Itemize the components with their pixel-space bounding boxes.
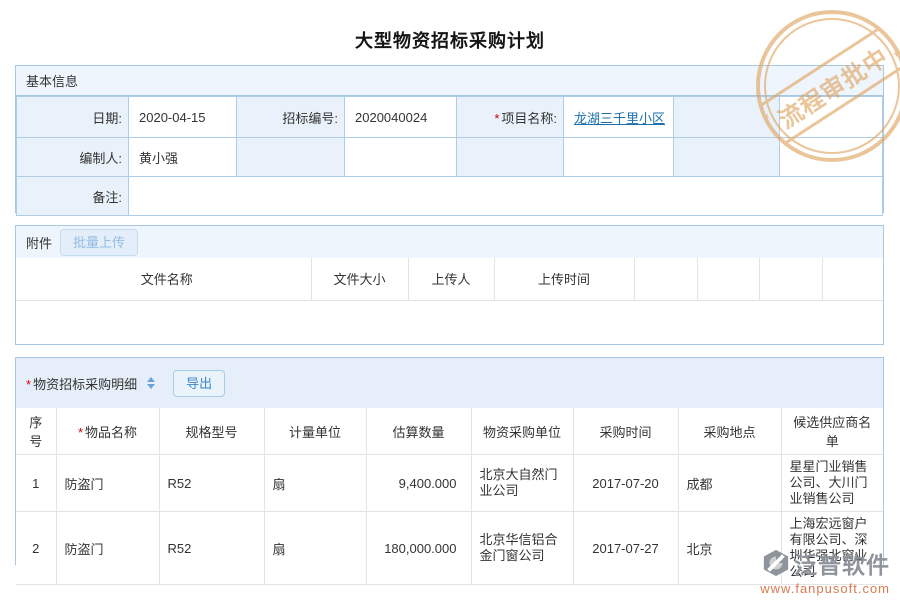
col-unit: 计量单位: [264, 408, 366, 455]
date-value: 2020-04-15: [129, 97, 237, 138]
col-item-name: *物品名称: [56, 408, 159, 455]
fanpu-logo-icon: [762, 549, 790, 577]
attachments-header-bar: 附件 批量上传: [16, 226, 883, 258]
basic-info-panel: 基本信息 日期: 2020-04-15 招标编号: 2020040024 *项目…: [15, 65, 884, 213]
remark-value: [129, 177, 883, 216]
cell-candidate-suppliers: 星星门业销售公司、大川门业销售公司: [781, 455, 883, 512]
required-asterisk: *: [78, 425, 83, 440]
cell-unit: 扇: [264, 512, 366, 585]
col-empty: [634, 258, 697, 300]
col-purchase-time: 采购时间: [573, 408, 678, 455]
col-seq: 序号: [16, 408, 56, 455]
cell-purchase-time: 2017-07-27: [573, 512, 678, 585]
attachments-empty-body: [16, 301, 883, 344]
col-empty: [822, 258, 883, 300]
preparer-value: 黄小强: [129, 138, 237, 177]
col-uploader: 上传人: [408, 258, 494, 300]
basic-info-title: 基本信息: [26, 71, 78, 90]
empty-label-cell: [674, 138, 780, 177]
page-title: 大型物资招标采购计划: [0, 0, 900, 53]
details-panel: *物资招标采购明细 导出 序号 *物品名称 规格型号 计量单位: [15, 357, 884, 565]
fanpu-brand: 泛普软件 www.fanpusoft.com: [760, 546, 890, 596]
empty-value-cell: [564, 138, 674, 177]
details-row: 1 防盗门 R52 扇 9,400.000 北京大自然门业公司 2017-07-…: [16, 455, 883, 512]
col-spec-model: 规格型号: [159, 408, 264, 455]
cell-spec-model: R52: [159, 455, 264, 512]
col-purchase-place: 采购地点: [678, 408, 781, 455]
empty-value-cell: [345, 138, 457, 177]
required-asterisk: *: [494, 111, 499, 126]
cell-purchase-place: 成都: [678, 455, 781, 512]
brand-url: www.fanpusoft.com: [760, 581, 890, 596]
cell-spec-model: R52: [159, 512, 264, 585]
details-header-row: 序号 *物品名称 规格型号 计量单位 估算数量 物资采购单位 采购时间 采购地点…: [16, 408, 883, 455]
col-empty: [697, 258, 759, 300]
empty-label-cell: [457, 138, 564, 177]
cell-purchase-unit: 北京大自然门业公司: [471, 455, 573, 512]
details-header-bar: *物资招标采购明细 导出: [16, 358, 883, 408]
export-button[interactable]: 导出: [173, 370, 225, 397]
empty-value-cell: [780, 138, 883, 177]
project-name-label: *项目名称:: [457, 97, 564, 138]
required-asterisk: *: [26, 377, 31, 392]
empty-value-cell: [780, 97, 883, 138]
cell-seq: 2: [16, 512, 56, 585]
attachments-title: 附件: [26, 233, 52, 252]
project-name-cell: 龙湖三千里小区: [564, 97, 674, 138]
basic-info-header-bar: 基本信息: [16, 66, 883, 96]
sort-spinner-icon[interactable]: [147, 377, 155, 389]
cell-est-qty: 9,400.000: [366, 455, 471, 512]
col-file-name: 文件名称: [16, 258, 311, 300]
cell-purchase-unit: 北京华信铝合金门窗公司: [471, 512, 573, 585]
cell-est-qty: 180,000.000: [366, 512, 471, 585]
cell-item-name: 防盗门: [56, 455, 159, 512]
brand-name: 泛普软件: [794, 546, 890, 580]
batch-upload-button[interactable]: 批量上传: [60, 229, 138, 256]
empty-label-cell: [674, 97, 780, 138]
details-table: 序号 *物品名称 规格型号 计量单位 估算数量 物资采购单位 采购时间 采购地点…: [16, 408, 883, 585]
cell-item-name: 防盗门: [56, 512, 159, 585]
col-upload-time: 上传时间: [494, 258, 634, 300]
col-candidate-suppliers: 候选供应商名单: [781, 408, 883, 455]
details-title: *物资招标采购明细: [26, 374, 137, 393]
attachments-panel: 附件 批量上传 文件名称 文件大小 上传人 上传时间: [15, 225, 884, 345]
date-label: 日期:: [17, 97, 129, 138]
project-name-link[interactable]: 龙湖三千里小区: [574, 111, 665, 126]
col-file-size: 文件大小: [311, 258, 408, 300]
col-est-qty: 估算数量: [366, 408, 471, 455]
empty-label-cell: [237, 138, 345, 177]
details-row: 2 防盗门 R52 扇 180,000.000 北京华信铝合金门窗公司 2017…: [16, 512, 883, 585]
cell-purchase-time: 2017-07-20: [573, 455, 678, 512]
cell-unit: 扇: [264, 455, 366, 512]
attachments-table: 文件名称 文件大小 上传人 上传时间: [16, 258, 883, 301]
col-empty: [759, 258, 822, 300]
basic-info-table: 日期: 2020-04-15 招标编号: 2020040024 *项目名称: 龙…: [16, 96, 883, 216]
col-purchase-unit: 物资采购单位: [471, 408, 573, 455]
preparer-label: 编制人:: [17, 138, 129, 177]
attachments-header-row: 文件名称 文件大小 上传人 上传时间: [16, 258, 883, 300]
cell-seq: 1: [16, 455, 56, 512]
page-root: 大型物资招标采购计划 ★★★ 流程审批中 ★★★ 基本信息 日期: 2020-0…: [0, 0, 900, 53]
bid-no-label: 招标编号:: [237, 97, 345, 138]
remark-label: 备注:: [17, 177, 129, 216]
bid-no-value: 2020040024: [345, 97, 457, 138]
